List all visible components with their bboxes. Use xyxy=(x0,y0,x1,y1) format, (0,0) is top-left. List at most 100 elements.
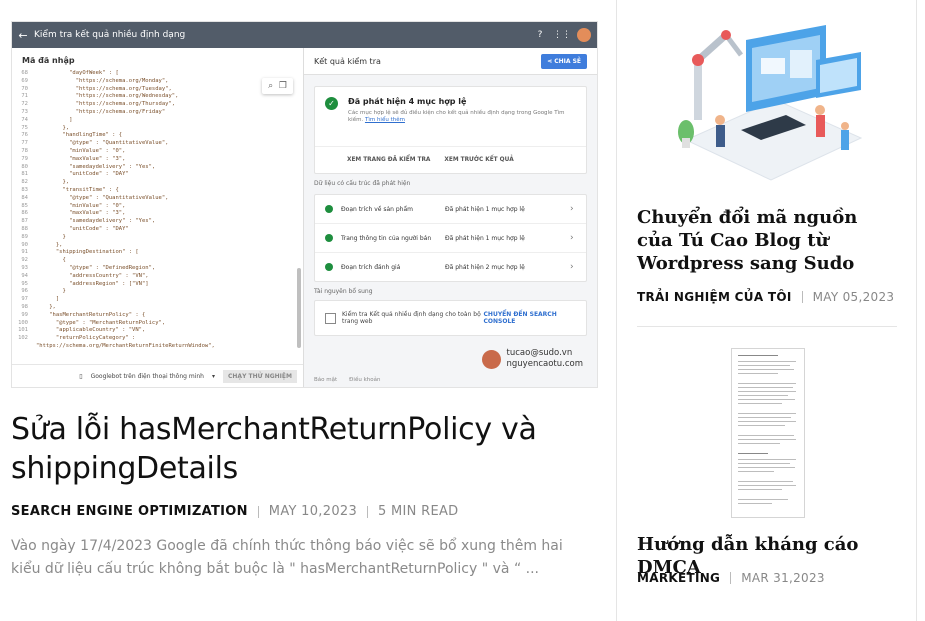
share-label: CHIA SẺ xyxy=(554,57,581,65)
code-line-number: 88 xyxy=(21,225,28,232)
code-line-number: 74 xyxy=(21,116,28,123)
sidebar-post-1-category-link[interactable]: TRẢI NGHIỆM CỦA TÔI xyxy=(637,290,792,304)
code-line-number: 86 xyxy=(21,210,28,217)
main-post-thumbnail[interactable]: ← Kiểm tra kết quả nhiều định dạng ? ⋮⋮ … xyxy=(11,21,598,388)
author-avatar xyxy=(481,349,501,369)
result-pane: Kết quả kiểm tra ⋖ CHIA SẺ ✓ Đã phát hiệ… xyxy=(304,48,597,387)
main-post-excerpt: Vào ngày 17/4/2023 Google đã chính thức … xyxy=(11,538,563,577)
code-line-number: 75 xyxy=(21,124,28,131)
help-icon: ? xyxy=(537,30,543,40)
device-icon: ▯ xyxy=(79,372,83,380)
code-line-number: 72 xyxy=(21,101,28,108)
sidebar-post-1-title[interactable]: Chuyển đổi mã nguồn của Tú Cao Blog từ W… xyxy=(637,206,899,275)
code-line-text: "samedaydelivery" : "Yes", xyxy=(36,163,156,170)
code-line-number: 83 xyxy=(21,186,28,193)
code-line: 98 }, xyxy=(12,304,293,312)
code-line-number: 90 xyxy=(21,241,28,248)
privacy-link: Báo mật xyxy=(314,377,338,383)
code-line: 97 ] xyxy=(12,296,293,304)
main-post-category-link[interactable]: SEARCH ENGINE OPTIMIZATION xyxy=(11,504,248,519)
share-icon: ⋖ xyxy=(547,57,553,65)
code-line-number: 73 xyxy=(21,108,28,115)
code-line: 99 "hasMerchantReturnPolicy" : { xyxy=(12,312,293,320)
share-button: ⋖ CHIA SẺ xyxy=(541,53,587,69)
copy-icon: ❐ xyxy=(278,81,287,91)
gsc-account-avatar xyxy=(577,28,591,42)
dropdown-chevron-icon: ▾ xyxy=(211,372,215,380)
code-line-number: 76 xyxy=(21,132,28,139)
code-line: 72 "https://schema.org/Thursday", xyxy=(12,101,293,109)
back-arrow-icon: ← xyxy=(18,28,28,42)
crawler-agent-label: Googlebot trên điện thoại thông minh xyxy=(90,372,204,380)
code-line: 87 "samedaydelivery" : "Yes", xyxy=(12,218,293,226)
gsc-body: Mã đã nhập 68 "dayOfWeek" : [69 "https:/… xyxy=(12,48,597,387)
result-pane-title: Kết quả kiểm tra xyxy=(314,56,381,66)
valid-items-title: Đã phát hiện 4 mục hợp lệ xyxy=(348,97,467,106)
code-line: 71 "https://schema.org/Wednesday", xyxy=(12,93,293,101)
code-line-number: 98 xyxy=(21,303,28,310)
item-type-name: Đoạn trích đánh giá xyxy=(341,263,401,271)
code-line: 100 "@type" : "MerchantReturnPolicy", xyxy=(12,320,293,328)
code-line-text: "samedaydelivery" : "Yes", xyxy=(36,218,156,225)
code-line-number: 79 xyxy=(21,155,28,162)
code-line: 101 "applicableCountry" : "VN", xyxy=(12,327,293,335)
author-email: tucao@sudo.vn xyxy=(506,348,573,358)
code-line-text: }, xyxy=(36,241,63,248)
code-line-number: 87 xyxy=(21,218,28,225)
code-pane-title: Mã đã nhập xyxy=(22,56,75,65)
code-line-text: ] xyxy=(36,116,73,123)
item-type-name: Trang thông tin của người bán xyxy=(341,234,432,242)
meta-separator xyxy=(367,505,369,518)
code-line: 84 "@type" : "QuantitativeValue", xyxy=(12,195,293,203)
main-post-title[interactable]: Sửa lỗi hasMerchantReturnPolicy và shipp… xyxy=(11,410,591,488)
code-line-number: 89 xyxy=(21,233,28,240)
code-line: 92 { xyxy=(12,257,293,265)
sidebar-post-2-category-link[interactable]: MARKETING xyxy=(637,571,720,585)
meta-separator xyxy=(257,505,259,518)
code-line: 90 }, xyxy=(12,242,293,250)
result-header: Kết quả kiểm tra ⋖ CHIA SẺ xyxy=(304,48,597,75)
code-line-text: }, xyxy=(36,179,70,186)
code-scrollbar xyxy=(297,268,301,348)
code-line: 73 "https://schema.org/Friday" xyxy=(12,109,293,117)
code-line: 78 "minValue" : "0", xyxy=(12,148,293,156)
code-line-text: ] xyxy=(36,296,60,303)
code-line-number: 78 xyxy=(21,147,28,154)
code-line-text: "hasMerchantReturnPolicy" : { xyxy=(36,311,146,318)
code-line-number: 100 xyxy=(18,319,28,326)
code-line: 68 "dayOfWeek" : [ xyxy=(12,70,293,78)
code-line-text: "shippingDestination" : [ xyxy=(36,249,139,256)
code-footer: ▯ Googlebot trên điện thoại thông minh ▾… xyxy=(12,364,303,387)
code-line: 88 "unitCode" : "DAY" xyxy=(12,226,293,234)
code-line-text: "dayOfWeek" : [ xyxy=(36,70,119,76)
code-line: 86 "maxValue" : "3", xyxy=(12,210,293,218)
code-line: 93 "@type" : "DefinedRegion", xyxy=(12,265,293,273)
sidebar-post-1-thumbnail[interactable] xyxy=(666,20,876,190)
code-line-number: 81 xyxy=(21,171,28,178)
sidebar-post-2-thumbnail[interactable] xyxy=(731,348,805,518)
code-line-number: 97 xyxy=(21,296,28,303)
gsc-header-bar: ← Kiểm tra kết quả nhiều định dạng ? ⋮⋮ xyxy=(12,22,597,48)
gsc-window-title: Kiểm tra kết quả nhiều định dạng xyxy=(34,30,186,40)
code-line: 77 "@type" : "QuantitativeValue", xyxy=(12,140,293,148)
code-line: 70 "https://schema.org/Tuesday", xyxy=(12,86,293,94)
view-tested-page-action: XEM TRANG ĐÃ KIỂM TRA xyxy=(347,157,431,163)
code-line-number: 91 xyxy=(21,249,28,256)
code-line-text: }, xyxy=(36,303,56,310)
check-circle-icon: ✓ xyxy=(325,97,338,110)
code-line: 83 "transitTime" : { xyxy=(12,187,293,195)
preview-results-action: XEM TRƯỚC KẾT QUẢ xyxy=(444,157,514,163)
code-line-number: 101 xyxy=(18,327,28,334)
sidebar-post-2-meta: MARKETING MAR 31,2023 xyxy=(637,571,825,585)
code-line-text: "https://schema.org/Thursday", xyxy=(36,101,176,108)
extra-resource-text: Kiểm tra Kết quả nhiều định dạng cho toà… xyxy=(342,311,481,325)
structured-data-label: Dữ liệu có cấu trúc đã phát hiện xyxy=(314,180,411,187)
code-line-number: 95 xyxy=(21,280,28,287)
code-line-text: "minValue" : "0", xyxy=(36,147,126,154)
code-line-text: "https://schema.org/Wednesday", xyxy=(36,93,179,100)
code-line-text: "returnPolicyCategory" : xyxy=(36,335,136,342)
valid-items-desc: Các mục hợp lệ sẽ đủ điều kiện cho kết q… xyxy=(348,110,576,124)
code-line-number: 85 xyxy=(21,202,28,209)
terms-link: Điều khoản xyxy=(349,377,381,383)
code-line-number: 84 xyxy=(21,194,28,201)
